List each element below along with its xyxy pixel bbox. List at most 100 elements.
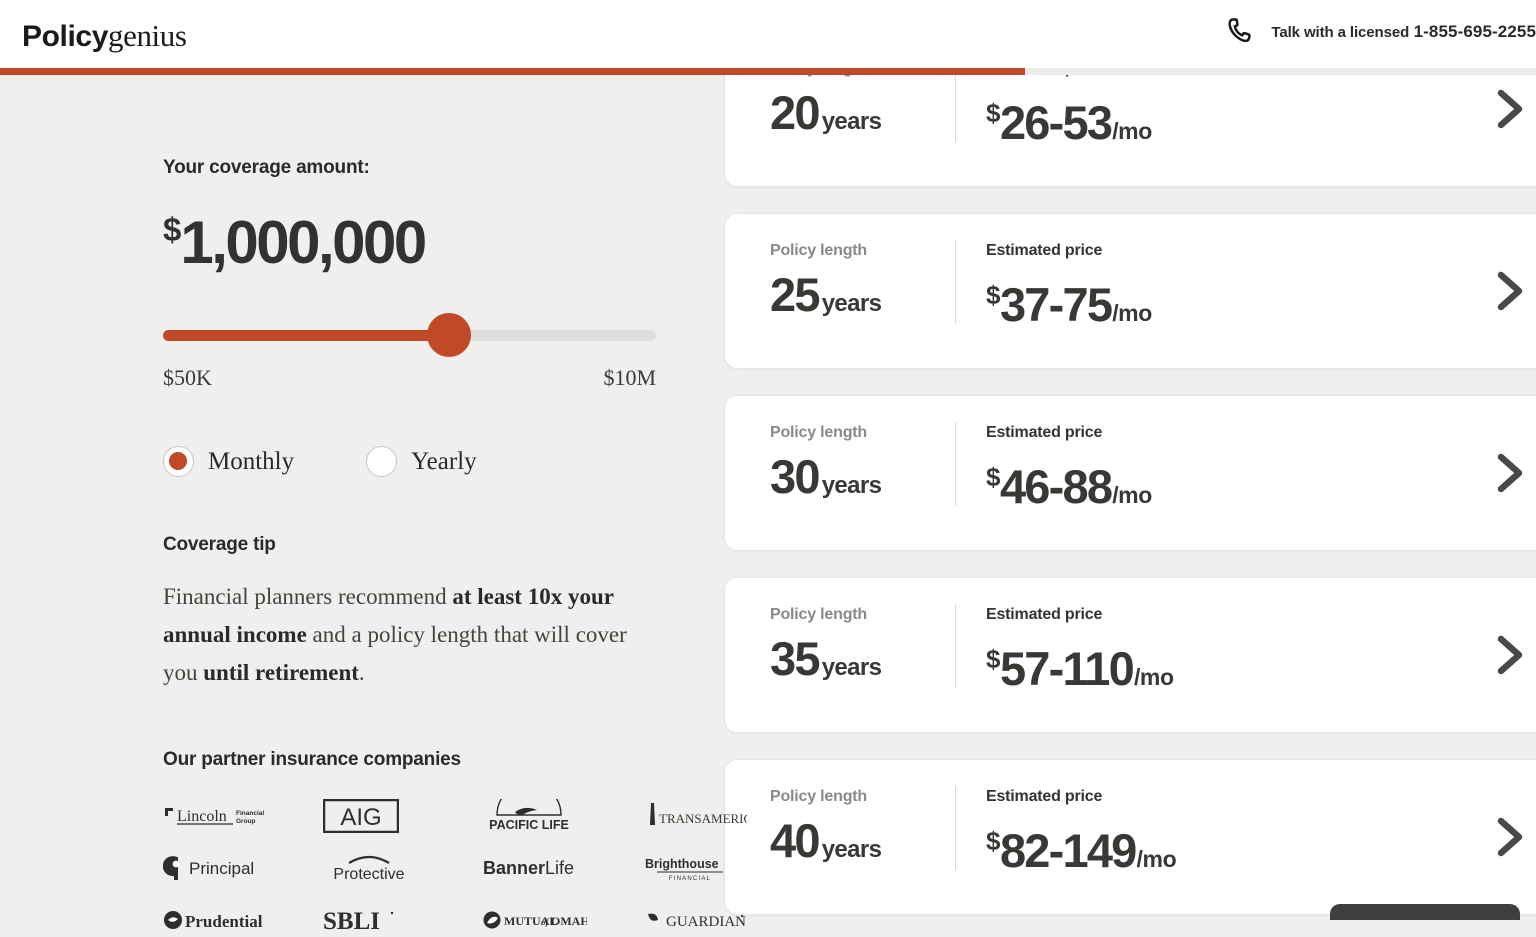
radio-label-yearly: Yearly — [411, 448, 477, 476]
coverage-amount-number: 1,000,000 — [180, 209, 424, 276]
price-period: /mo — [1137, 846, 1177, 872]
estimated-price-column: Estimated price $57-110/mo — [986, 600, 1174, 706]
radio-label-monthly: Monthly — [208, 448, 294, 476]
svg-text:PACIFIC LIFE: PACIFIC LIFE — [489, 818, 569, 832]
policy-length-label: Policy length — [770, 604, 955, 626]
tip-text-1: Financial planners recommend — [163, 584, 452, 609]
quote-card-25-year[interactable]: Policy length25yearsEstimated price$37-7… — [724, 213, 1536, 369]
policy-length-label: Policy length — [770, 786, 955, 808]
card-divider — [955, 604, 956, 688]
quote-card-30-year[interactable]: Policy length 30years Estimated price $46-8… — [724, 395, 1536, 551]
header-contact[interactable]: Talk with a licensed 1-855-695-2255 — [1225, 16, 1536, 46]
price-period: /mo — [1112, 482, 1152, 508]
estimated-price-value: $57-110/mo — [986, 634, 1174, 706]
price-range: 46-88 — [1000, 460, 1111, 513]
slider-max-label: $10M — [603, 365, 656, 391]
radio-indicator-monthly[interactable] — [163, 446, 194, 477]
svg-text:OMAHA: OMAHA — [551, 914, 587, 928]
price-range: 26-53 — [1000, 96, 1111, 149]
aig-logo: AIG — [323, 799, 431, 833]
estimated-price-column: Estimated price$26-53/mo — [986, 75, 1152, 160]
svg-text:Principal: Principal — [189, 859, 254, 878]
contact-phone-number[interactable]: 1-855-695-2255 — [1414, 22, 1536, 41]
coverage-amount-value: $1,000,000 — [163, 199, 663, 290]
policy-length-value: 35years — [770, 634, 955, 696]
chevron-right-icon[interactable] — [1493, 87, 1527, 131]
sbli-logo: SBLI — [323, 903, 431, 937]
quote-card-content: Policy length40years Estimated price$82-1… — [770, 782, 1176, 888]
chevron-right-icon[interactable] — [1493, 633, 1527, 677]
phone-icon — [1225, 16, 1255, 46]
quote-card-content: Policy length 35years Estimated price $57-1… — [770, 600, 1174, 706]
form-progress-fill — [0, 68, 1025, 75]
tip-bold-2: until retirement — [203, 660, 359, 685]
svg-text:Protective: Protective — [333, 866, 404, 883]
svg-text:Prudential: Prudential — [185, 912, 263, 931]
chevron-right-icon[interactable] — [1493, 269, 1527, 313]
policy-length-column: Policy length20years — [770, 75, 955, 150]
estimated-price-column: Estimated price$82-149/mo — [986, 782, 1176, 888]
brighthouse-logo: Brighthouse FINANCIAL — [643, 851, 751, 885]
transamerica-logo: TRANSAMERICA — [643, 799, 751, 833]
policy-length-unit: years — [822, 654, 882, 681]
svg-text:TRANSAMERICA: TRANSAMERICA — [659, 811, 747, 826]
coverage-amount-label: Your coverage amount: — [163, 157, 663, 179]
radio-indicator-yearly[interactable] — [366, 446, 397, 477]
quote-card-content: Policy length 30years Estimated price $46-8… — [770, 418, 1152, 524]
quote-card-20-year[interactable]: Policy length20years Estimated price$26-5… — [724, 75, 1536, 187]
currency-symbol: $ — [163, 211, 180, 248]
price-range: 57-110 — [1000, 642, 1133, 695]
mutual-of-omaha-logo: MUTUAL of OMAHA — [483, 903, 591, 937]
pacific-life-logo: PACIFIC LIFE — [483, 799, 591, 833]
coverage-slider[interactable] — [163, 313, 656, 357]
chat-widget[interactable] — [1330, 904, 1520, 920]
radio-option-yearly[interactable]: Yearly — [366, 446, 477, 477]
logo-text-policy: Policy — [22, 20, 108, 53]
policygenius-logo[interactable]: Policygenius — [22, 18, 187, 55]
partners-title: Our partner insurance companies — [163, 749, 663, 771]
policy-length-value: 30years — [770, 452, 955, 514]
chevron-right-icon[interactable] — [1493, 451, 1527, 495]
tip-text-3: . — [359, 660, 365, 685]
price-currency-symbol: $ — [986, 826, 1000, 856]
policy-length-label: Policy length — [770, 422, 955, 444]
quote-card-35-year[interactable]: Policy length 35years Estimated price $57-1… — [724, 577, 1536, 733]
estimated-price-label: Estimated price — [986, 240, 1152, 262]
svg-text:Group: Group — [236, 818, 256, 825]
price-period: /mo — [1112, 300, 1152, 326]
quote-card-40-year[interactable]: Policy length40years Estimated price$82-1… — [724, 759, 1536, 915]
price-period: /mo — [1134, 664, 1174, 690]
policy-length-years: 30 — [770, 450, 819, 503]
contact-text-block: Talk with a licensed 1-855-695-2255 — [1271, 20, 1536, 43]
policy-length-unit: years — [822, 836, 882, 863]
policy-length-column: Policy length 35years — [770, 600, 955, 696]
slider-fill — [163, 330, 449, 341]
contact-heading: Talk with a licensed — [1271, 24, 1409, 41]
policy-length-label: Policy length — [770, 240, 955, 262]
card-divider — [955, 422, 956, 506]
price-currency-symbol: $ — [986, 98, 1000, 128]
page-header: Policygenius Talk with a licensed 1-855-… — [0, 0, 1536, 72]
estimated-price-value: $82-149/mo — [986, 816, 1176, 888]
policy-length-years: 35 — [770, 632, 819, 685]
chevron-right-icon[interactable] — [1493, 815, 1527, 859]
svg-text:FINANCIAL: FINANCIAL — [669, 876, 711, 882]
policy-length-years: 25 — [770, 268, 819, 321]
svg-text:Lincoln: Lincoln — [177, 808, 227, 825]
policy-length-value: 20years — [770, 88, 955, 150]
slider-thumb[interactable] — [427, 313, 471, 357]
price-range: 37-75 — [1000, 278, 1111, 331]
radio-option-monthly[interactable]: Monthly — [163, 446, 294, 477]
price-currency-symbol: $ — [986, 462, 1000, 492]
policy-length-value: 25years — [770, 270, 955, 332]
quote-results-panel[interactable]: Policy length20yearsEstimated price$26-5… — [700, 75, 1536, 920]
policy-length-unit: years — [822, 290, 882, 317]
card-divider — [955, 786, 956, 870]
estimated-price-label: Estimated price — [986, 604, 1174, 626]
policy-length-column: Policy length40years — [770, 782, 955, 878]
banner-life-logo: Banner Life — [483, 851, 591, 885]
price-period: /mo — [1112, 118, 1152, 144]
estimated-price-label: Estimated price — [986, 422, 1152, 444]
principal-logo: Principal — [163, 851, 271, 885]
quote-card-content: Policy length25yearsEstimated price$37-7… — [770, 236, 1152, 342]
